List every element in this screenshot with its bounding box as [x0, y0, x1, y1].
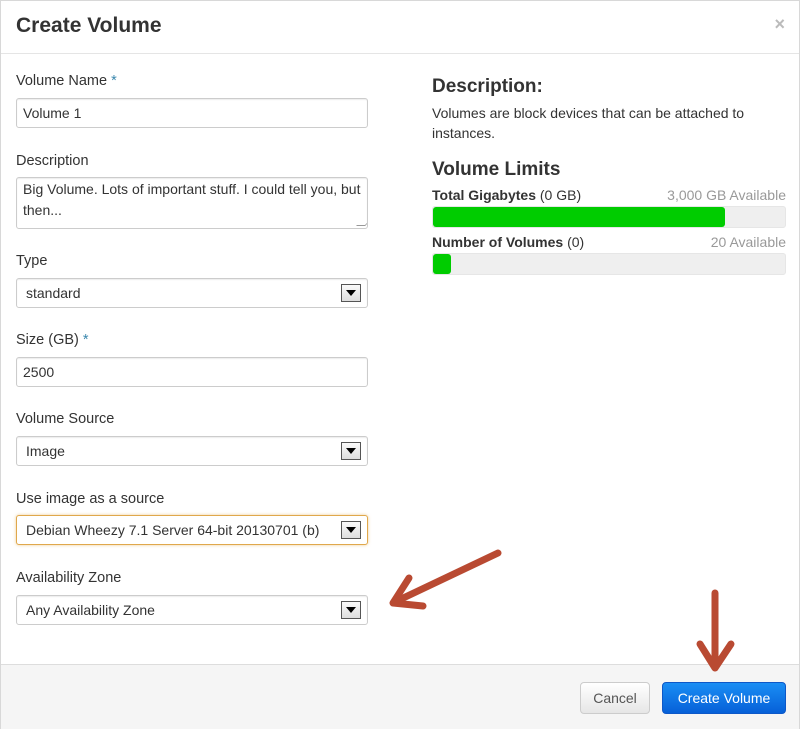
- number-of-volumes-label: Number of Volumes: [432, 234, 564, 250]
- availability-zone-value: Any Availability Zone: [26, 602, 155, 618]
- resize-handle-icon[interactable]: [356, 217, 367, 226]
- size-label: Size (GB) *: [16, 332, 89, 348]
- type-select[interactable]: standard: [16, 278, 368, 308]
- image-source-value: Debian Wheezy 7.1 Server 64-bit 20130701…: [26, 522, 320, 538]
- image-source-select[interactable]: Debian Wheezy 7.1 Server 64-bit 20130701…: [16, 515, 368, 545]
- chevron-down-icon[interactable]: [341, 442, 361, 460]
- required-marker: *: [111, 73, 117, 89]
- modal-title: Create Volume: [16, 14, 162, 37]
- required-marker: *: [82, 332, 89, 348]
- number-of-volumes-used: (0): [567, 234, 585, 250]
- chevron-down-icon[interactable]: [341, 601, 361, 619]
- chevron-down-icon[interactable]: [341, 284, 361, 302]
- type-label: Type: [16, 253, 48, 269]
- annotation-arrow-icon: [696, 589, 735, 672]
- description-label: Description: [16, 153, 89, 169]
- create-volume-button[interactable]: Create Volume: [662, 682, 786, 714]
- description-text: Big Volume. Lots of important stuff. I c…: [23, 181, 361, 218]
- total-gigabytes-progress-bar: [432, 206, 786, 228]
- number-of-volumes-progress-bar: [432, 253, 786, 275]
- number-of-volumes-progress-fill: [433, 254, 451, 274]
- create-volume-modal: Create Volume × Volume Name * Volume 1 D…: [0, 0, 800, 729]
- size-label-text: Size (GB): [16, 332, 79, 348]
- close-icon[interactable]: ×: [774, 14, 785, 35]
- volume-source-label: Volume Source: [16, 411, 115, 427]
- volume-source-select[interactable]: Image: [16, 436, 368, 466]
- volume-name-label-text: Volume Name: [16, 73, 108, 89]
- availability-zone-select[interactable]: Any Availability Zone: [16, 595, 368, 625]
- annotation-arrow-icon: [389, 549, 502, 610]
- size-input[interactable]: 2500: [16, 357, 368, 387]
- number-of-volumes-available: 20 Available: [710, 234, 786, 250]
- description-help-text: Volumes are block devices that can be at…: [432, 105, 745, 141]
- total-gigabytes-label: Total Gigabytes: [432, 187, 536, 203]
- total-gigabytes-row: Total Gigabytes (0 GB) 3,000 GB Availabl…: [432, 187, 786, 203]
- chevron-down-icon[interactable]: [341, 521, 361, 539]
- description-heading: Description:: [432, 76, 543, 97]
- volume-limits-heading: Volume Limits: [432, 159, 561, 180]
- total-gigabytes-used: (0 GB): [539, 187, 582, 203]
- modal-footer: Cancel Create Volume: [1, 664, 799, 729]
- availability-zone-label: Availability Zone: [16, 570, 122, 586]
- type-select-value: standard: [26, 285, 81, 301]
- volume-name-input[interactable]: Volume 1: [16, 98, 368, 128]
- description-textarea[interactable]: Big Volume. Lots of important stuff. I c…: [16, 177, 368, 229]
- volume-source-value: Image: [26, 443, 65, 459]
- cancel-button[interactable]: Cancel: [580, 682, 650, 714]
- total-gigabytes-available: 3,000 GB Available: [667, 187, 786, 203]
- number-of-volumes-row: Number of Volumes (0) 20 Available: [432, 234, 786, 250]
- volume-name-label: Volume Name *: [16, 73, 117, 89]
- modal-header: Create Volume ×: [1, 1, 799, 54]
- total-gigabytes-progress-fill: [433, 207, 726, 227]
- image-source-label: Use image as a source: [16, 491, 165, 507]
